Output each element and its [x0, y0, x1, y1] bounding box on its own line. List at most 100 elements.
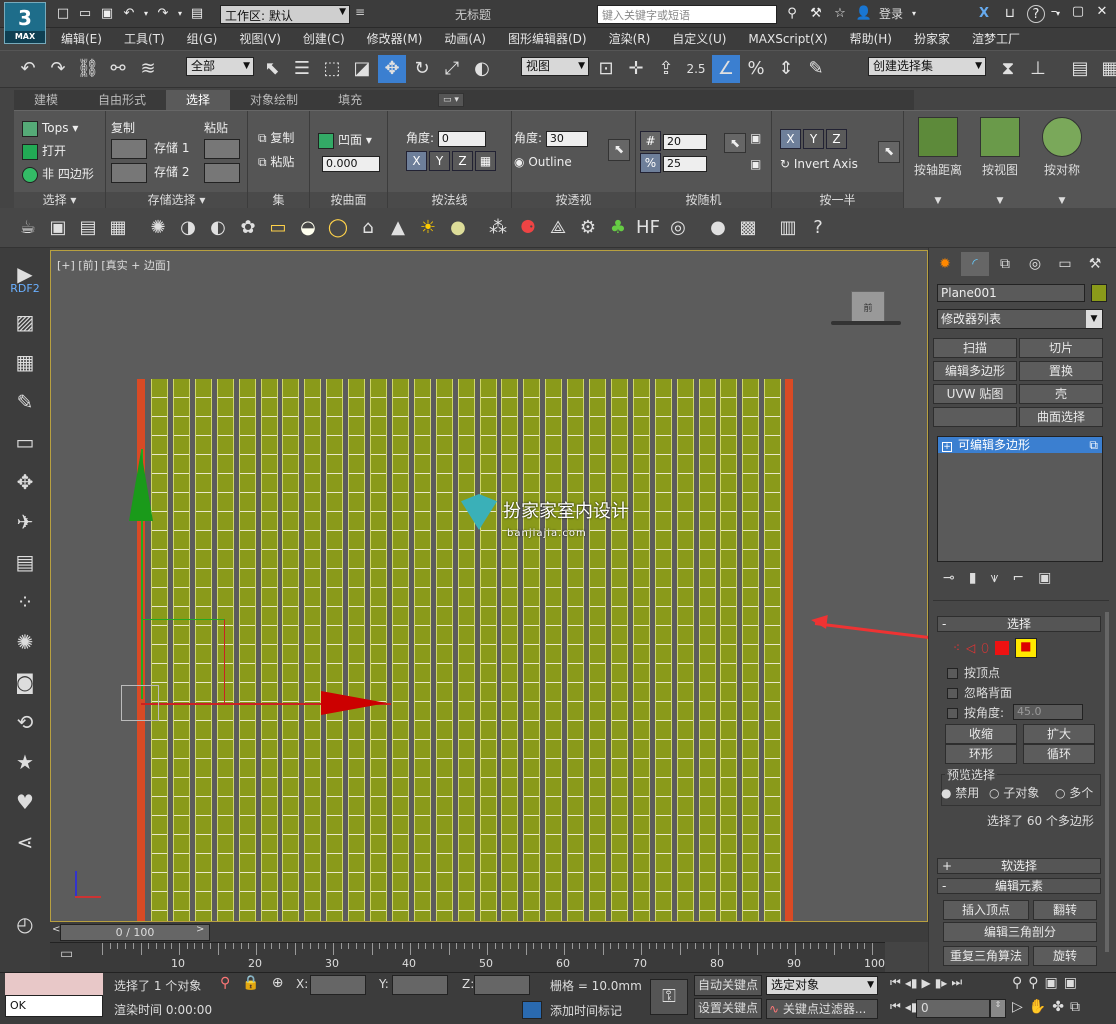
- plane-strip[interactable]: [567, 379, 585, 921]
- menu-item-6[interactable]: 动画(A): [433, 28, 497, 50]
- ignore-backfacing-checkbox[interactable]: 忽略背面: [947, 684, 1012, 701]
- material-sphere-icon[interactable]: ●: [704, 214, 732, 242]
- absolute-mode-icon[interactable]: ⊕: [272, 975, 284, 991]
- plane-strip[interactable]: [413, 379, 431, 921]
- plane-strip[interactable]: [545, 379, 563, 921]
- plane-object[interactable]: [137, 379, 793, 921]
- z-coord-input[interactable]: [474, 975, 530, 995]
- orbit-icon[interactable]: ✤: [1052, 999, 1064, 1015]
- maxscript-listener-white[interactable]: OK: [5, 995, 103, 1017]
- shrink-button[interactable]: 收缩: [945, 724, 1017, 744]
- grow-button[interactable]: 扩大: [1023, 724, 1095, 744]
- zoom-extents-all-icon[interactable]: ▣: [1064, 975, 1077, 991]
- undo-icon[interactable]: ↶: [14, 55, 42, 83]
- viewport-front[interactable]: [+] [前] [真实 + 边面] 前 扮家家室内设计 banjiajia.co…: [50, 250, 928, 922]
- object-color-swatch[interactable]: [1091, 284, 1107, 302]
- edit-triangulation-button[interactable]: 编辑三角剖分: [943, 922, 1097, 942]
- uvw-map-button[interactable]: UVW 贴图: [933, 384, 1017, 404]
- plane-strip[interactable]: [720, 379, 738, 921]
- named-selection-dropdown[interactable]: 创建选择集 ▼: [868, 57, 986, 76]
- undo-dropdown-icon[interactable]: ▾: [142, 5, 150, 23]
- normal-z-button[interactable]: Z: [452, 151, 473, 171]
- heart-icon[interactable]: ♥: [0, 782, 50, 822]
- random-shrink-icon[interactable]: ▣: [750, 155, 761, 173]
- y-coord-input[interactable]: [392, 975, 448, 995]
- make-unique-icon[interactable]: ⩛: [990, 570, 998, 586]
- ribbon-tab-2[interactable]: 选择: [166, 90, 231, 110]
- preview-multi-radio[interactable]: ○ 多个: [1055, 784, 1093, 801]
- tops-button[interactable]: Tops ▾: [22, 119, 78, 137]
- object-name-input[interactable]: Plane001: [937, 284, 1085, 302]
- open-file-icon[interactable]: ▭: [76, 5, 94, 23]
- empty-modifier-button[interactable]: [933, 407, 1017, 427]
- menu-item-12[interactable]: 扮家家: [903, 28, 961, 50]
- concave-dropdown[interactable]: 凹面 ▾: [318, 131, 372, 149]
- save-icon[interactable]: ▣: [98, 5, 116, 23]
- sync-icon[interactable]: ⟲: [0, 702, 50, 742]
- keyboard-shortcut-icon[interactable]: ⇪: [652, 55, 680, 83]
- element-level-icon[interactable]: ■: [1014, 638, 1037, 658]
- gizmo-center-box[interactable]: [121, 685, 159, 721]
- back-icon[interactable]: ◴: [0, 904, 50, 944]
- inbox-icon[interactable]: ▤: [0, 542, 50, 582]
- viewport-label[interactable]: [+] [前] [真实 + 边面]: [57, 257, 170, 273]
- x-coord-input[interactable]: [310, 975, 366, 995]
- gizmo-x-arrow[interactable]: [321, 691, 387, 715]
- redo-icon[interactable]: ↷: [154, 5, 172, 23]
- panel-scrollbar[interactable]: [1105, 612, 1109, 952]
- key-mode-dropdown[interactable]: 选定对象 ▼: [766, 976, 878, 995]
- zoom-icon[interactable]: ⚲: [1012, 975, 1022, 991]
- edge-level-icon[interactable]: ◁: [966, 641, 975, 655]
- star-icon[interactable]: ★: [0, 742, 50, 782]
- layer-manager-icon[interactable]: ▤: [1066, 55, 1094, 83]
- displace-icon[interactable]: ◎: [664, 214, 692, 242]
- selection-rollout-header[interactable]: - 选择: [937, 616, 1101, 632]
- selection-filter-dropdown[interactable]: 全部 ▼: [186, 57, 254, 76]
- angle-snap-icon[interactable]: ∠: [712, 55, 740, 83]
- sphere-light-icon[interactable]: ◯: [324, 214, 352, 242]
- image-icon[interactable]: ▨: [0, 302, 50, 342]
- spinner-snap-icon[interactable]: ⇕: [772, 55, 800, 83]
- percent-icon[interactable]: %: [640, 153, 661, 173]
- play-icon[interactable]: ▶: [921, 976, 930, 990]
- vray-render-icon[interactable]: ✿: [234, 214, 262, 242]
- motion-tab-icon[interactable]: ◎: [1021, 252, 1049, 276]
- plane-strip[interactable]: [370, 379, 387, 921]
- plane-strip[interactable]: [676, 379, 694, 921]
- menu-item-1[interactable]: 工具(T): [113, 28, 176, 50]
- gear-icon[interactable]: ⚙: [574, 214, 602, 242]
- plane-strip[interactable]: [698, 379, 716, 921]
- random-pick-button[interactable]: ⬉: [724, 133, 746, 153]
- surface-select-button[interactable]: 曲面选择: [1019, 407, 1103, 427]
- user-icon[interactable]: 👤: [855, 5, 873, 23]
- plane-strip[interactable]: [742, 379, 760, 921]
- share-icon[interactable]: ⋖: [0, 822, 50, 862]
- set-key-big-icon[interactable]: ⚿: [650, 979, 688, 1015]
- group-label-select[interactable]: 选择 ▾: [14, 192, 105, 209]
- outline-button[interactable]: ◉ Outline: [514, 153, 572, 171]
- configure-sets-icon[interactable]: ▣: [1038, 570, 1051, 586]
- render-frame-icon[interactable]: ▦: [104, 214, 132, 242]
- pan-icon[interactable]: ✋: [1029, 999, 1046, 1015]
- half-y-button[interactable]: Y: [803, 129, 824, 149]
- plane-strip[interactable]: [260, 379, 278, 921]
- prev-key-icon[interactable]: ◂▮: [905, 976, 918, 990]
- border-level-icon[interactable]: ⬯: [981, 641, 989, 656]
- gizmo-y-arrow[interactable]: [129, 451, 153, 521]
- create-tab-icon[interactable]: ✹: [931, 252, 959, 276]
- track-bar[interactable]: 10 20 30 40 50 60 70 80 90 100: [50, 942, 885, 972]
- plane-strip[interactable]: [391, 379, 409, 921]
- star-icon[interactable]: ☆: [831, 5, 849, 23]
- by-angle-checkbox[interactable]: 按角度:: [947, 704, 1004, 721]
- ies-light-icon[interactable]: ▲: [384, 214, 412, 242]
- toggle-ribbon-icon[interactable]: ▦: [1096, 55, 1116, 83]
- persp-pick-button[interactable]: ⬉: [608, 139, 630, 161]
- subscription-icon[interactable]: ⚒: [807, 5, 825, 23]
- track-bar-menu-icon[interactable]: ▭: [60, 946, 82, 966]
- plane-strip[interactable]: [632, 379, 650, 921]
- store1-button[interactable]: 存储 1: [154, 139, 189, 157]
- by-symmetry-button[interactable]: 按对称 ▼: [1032, 111, 1092, 209]
- stack-item-editable-poly[interactable]: + 可编辑多边形 ⧉: [938, 437, 1102, 453]
- zoom-all-icon[interactable]: ⚲: [1028, 975, 1038, 991]
- menu-item-5[interactable]: 修改器(M): [356, 28, 434, 50]
